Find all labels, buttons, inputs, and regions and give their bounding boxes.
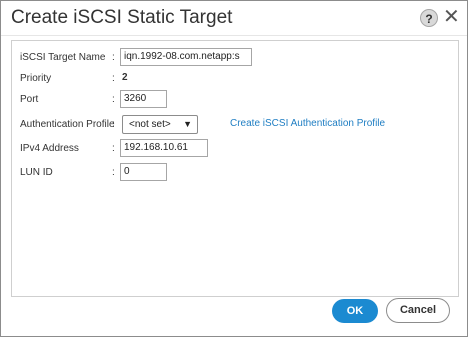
ok-button[interactable]: OK xyxy=(332,299,378,323)
chevron-down-icon: ▼ xyxy=(183,119,192,129)
auth-profile-colon: : xyxy=(112,119,115,130)
cancel-button[interactable]: Cancel xyxy=(386,298,450,323)
target-name-colon: : xyxy=(112,52,115,63)
priority-value: 2 xyxy=(122,72,128,83)
priority-colon: : xyxy=(112,73,115,84)
port-input[interactable]: 3260 xyxy=(120,90,167,108)
ipv4-input[interactable]: 192.168.10.61 xyxy=(120,139,208,157)
title-divider xyxy=(1,35,467,36)
priority-row: Priority : 2 xyxy=(12,68,458,88)
lun-id-label: LUN ID xyxy=(20,167,53,178)
target-name-label: iSCSI Target Name xyxy=(20,52,106,63)
ipv4-row: IPv4 Address : 192.168.10.61 xyxy=(12,138,458,158)
port-row: Port : 3260 xyxy=(12,89,458,109)
form-panel: iSCSI Target Name : iqn.1992-08.com.neta… xyxy=(11,40,459,297)
port-label: Port xyxy=(20,94,39,105)
ipv4-label: IPv4 Address xyxy=(20,143,79,154)
ipv4-colon: : xyxy=(112,143,115,154)
port-colon: : xyxy=(112,94,115,105)
dialog-title: Create iSCSI Static Target xyxy=(11,7,233,28)
help-icon[interactable]: ? xyxy=(420,9,438,27)
target-name-row: iSCSI Target Name : iqn.1992-08.com.neta… xyxy=(12,47,458,67)
auth-profile-row: Authentication Profile : <not set> ▼ Cre… xyxy=(12,114,458,134)
auth-profile-selected-value: <not set> xyxy=(129,119,171,130)
dialog-titlebar: Create iSCSI Static Target ? ✕ xyxy=(1,1,467,35)
lun-id-colon: : xyxy=(112,167,115,178)
create-auth-profile-link[interactable]: Create iSCSI Authentication Profile xyxy=(230,118,385,129)
auth-profile-label: Authentication Profile xyxy=(20,119,115,130)
close-icon[interactable]: ✕ xyxy=(443,7,460,27)
auth-profile-select[interactable]: <not set> ▼ xyxy=(122,115,198,134)
lun-id-row: LUN ID : 0 xyxy=(12,162,458,182)
priority-label: Priority xyxy=(20,73,52,84)
create-iscsi-static-target-dialog: Create iSCSI Static Target ? ✕ iSCSI Tar… xyxy=(0,0,468,337)
target-name-input[interactable]: iqn.1992-08.com.netapp:s xyxy=(120,48,252,66)
lun-id-input[interactable]: 0 xyxy=(120,163,167,181)
